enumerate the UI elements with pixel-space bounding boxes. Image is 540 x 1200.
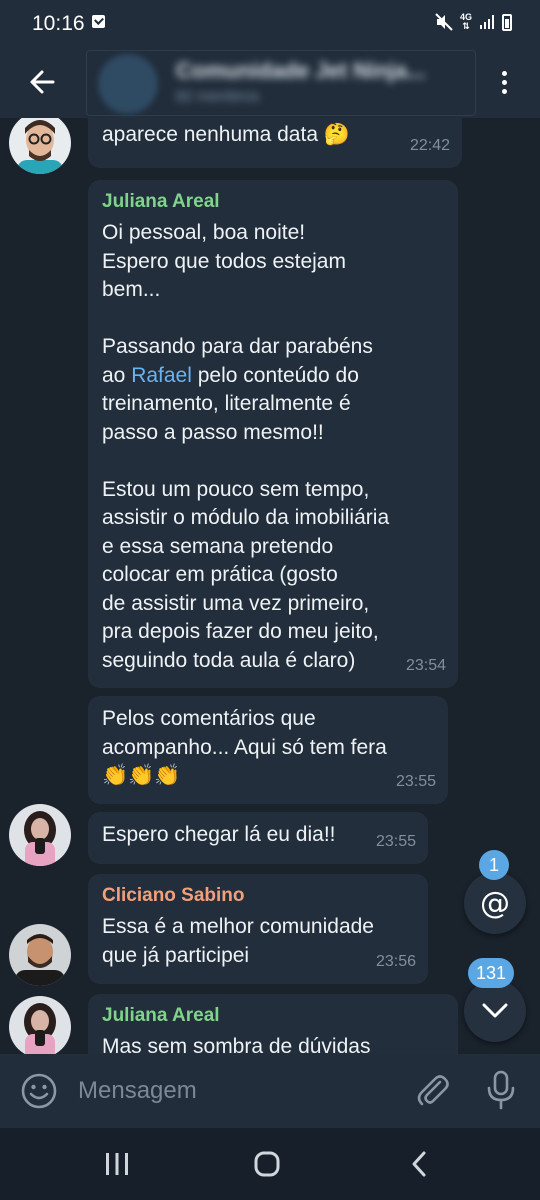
status-icons: 4G ⇅: [435, 13, 512, 31]
avatar-image: [9, 924, 71, 986]
avatar-image: [9, 804, 71, 866]
message-text: Pelos comentários que acompanho... Aqui …: [102, 707, 387, 787]
message-sender[interactable]: Juliana Areal: [102, 189, 444, 215]
avatar-sender[interactable]: [9, 996, 71, 1054]
message-text: Oi pessoal, boa noite! Espero que todos …: [102, 221, 390, 672]
message-bubble[interactable]: Pelos comentários que acompanho... Aqui …: [88, 696, 448, 804]
group-title[interactable]: Comunidade Jet Ninja...: [176, 58, 425, 84]
avatar-sender[interactable]: [9, 118, 71, 174]
message-text: Espero chegar lá eu dia!!: [102, 823, 336, 846]
vibrate-mute-icon: [435, 13, 453, 31]
avatar-sender[interactable]: [9, 804, 71, 866]
more-dot-icon: [501, 79, 507, 85]
system-navigation-bar: [0, 1128, 540, 1200]
message-text: Mas sem sombra de dúvidas: [102, 1035, 371, 1054]
microphone-icon: [487, 1070, 515, 1110]
status-time: 10:16: [32, 12, 85, 35]
message-sender[interactable]: Cliciano Sabino: [102, 883, 414, 909]
system-back-button[interactable]: [399, 1146, 439, 1182]
message-bubble[interactable]: Juliana Areal Mas sem sombra de dúvidas: [88, 994, 458, 1054]
unread-count-badge: 131: [468, 958, 515, 988]
scroll-to-bottom-button[interactable]: [464, 980, 526, 1042]
recents-icon: [106, 1153, 128, 1175]
group-member-count: 82 membros: [176, 88, 260, 105]
message-bubble[interactable]: Juliana Areal Oi pessoal, boa noite! Esp…: [88, 180, 458, 688]
voice-record-button[interactable]: [482, 1069, 520, 1111]
avatar-image: [9, 118, 71, 174]
network-type-label: 4G ⇅: [459, 12, 472, 31]
message-time: 22:42: [409, 136, 450, 154]
at-sign-icon: @: [480, 885, 510, 921]
back-button[interactable]: [20, 60, 64, 104]
chevron-left-icon: [412, 1151, 426, 1177]
message-text: aparece nenhuma data 🤔: [102, 123, 350, 146]
more-options-button[interactable]: [488, 66, 520, 98]
more-dot-icon: [501, 88, 507, 94]
more-dot-icon: [501, 70, 507, 76]
recent-apps-button[interactable]: [97, 1146, 137, 1182]
chevron-down-icon: [482, 1003, 508, 1018]
notification-check-icon: [92, 15, 105, 28]
emoji-button[interactable]: [20, 1072, 58, 1110]
home-button[interactable]: [247, 1146, 287, 1182]
message-bubble[interactable]: Espero chegar lá eu dia!! 23:55: [88, 812, 428, 864]
arrow-left-icon: [30, 70, 55, 94]
signal-icon: [480, 15, 494, 29]
message-composer: [0, 1054, 540, 1128]
message-bubble[interactable]: aparece nenhuma data 🤔 22:42: [88, 118, 462, 168]
message-time: 23:55: [395, 772, 436, 790]
message-time: 23:55: [375, 832, 416, 850]
status-bar: 10:16 4G ⇅: [0, 0, 540, 46]
message-time: 23:56: [375, 952, 416, 970]
avatar-sender[interactable]: [9, 924, 71, 986]
message-input[interactable]: [78, 1072, 398, 1110]
message-time: 23:54: [405, 656, 446, 674]
message-list[interactable]: aparece nenhuma data 🤔 22:42 Juliana Are…: [0, 118, 540, 1054]
message-text: Essa é a melhor comunidade que já partic…: [102, 915, 374, 967]
group-avatar[interactable]: [98, 54, 158, 114]
mention-count-badge: 1: [479, 850, 509, 880]
attach-button[interactable]: [412, 1070, 452, 1110]
chat-header: Comunidade Jet Ninja... 82 membros: [0, 46, 540, 118]
paperclip-icon: [417, 1075, 449, 1106]
home-icon: [254, 1151, 280, 1177]
message-sender[interactable]: Juliana Areal: [102, 1003, 444, 1029]
battery-icon: [502, 13, 512, 31]
jump-to-mention-button[interactable]: @: [464, 872, 526, 934]
smile-icon: [21, 1073, 57, 1109]
message-bubble[interactable]: Cliciano Sabino Essa é a melhor comunida…: [88, 874, 428, 984]
mention-link[interactable]: Rafael: [131, 364, 192, 387]
avatar-image: [9, 996, 71, 1054]
